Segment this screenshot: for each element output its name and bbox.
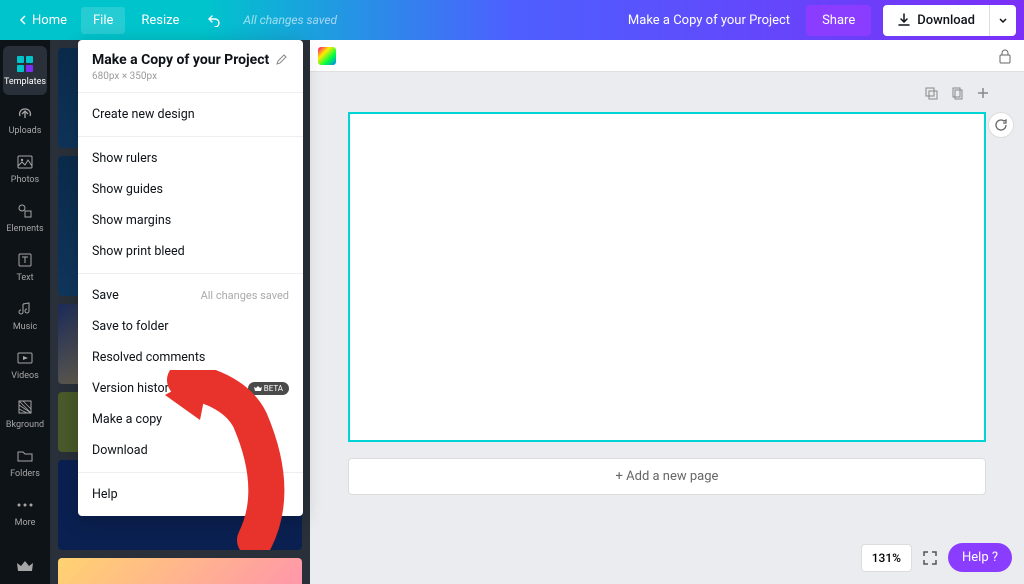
share-button[interactable]: Share — [806, 5, 871, 36]
uploads-icon — [15, 103, 35, 123]
download-icon — [897, 13, 911, 27]
template-card[interactable] — [58, 558, 302, 584]
elements-icon — [15, 201, 35, 221]
music-icon — [15, 299, 35, 319]
text-icon — [15, 250, 35, 270]
home-button[interactable]: Home — [8, 7, 77, 34]
rail-text[interactable]: Text — [3, 242, 47, 291]
rail-more[interactable]: More — [3, 487, 47, 536]
file-menu-title[interactable]: Make a Copy of your Project — [92, 52, 289, 68]
help-button[interactable]: Help ? — [948, 543, 1012, 572]
menu-save-to-folder[interactable]: Save to folder — [78, 311, 303, 342]
file-menu-title-text: Make a Copy of your Project — [92, 52, 269, 68]
menu-version-history[interactable]: Version history BETA — [78, 373, 303, 404]
more-icon — [15, 495, 35, 515]
download-group: Download — [883, 5, 1016, 36]
crown-icon — [15, 556, 35, 576]
menu-show-rulers[interactable]: Show rulers — [78, 143, 303, 174]
rail-label: Videos — [11, 371, 39, 381]
canvas-page[interactable] — [348, 112, 986, 442]
lock-icon — [998, 48, 1012, 64]
rail-label: Text — [16, 273, 33, 283]
resize-button[interactable]: Resize — [129, 7, 191, 34]
fullscreen-icon — [922, 550, 938, 566]
save-status: All changes saved — [243, 13, 337, 27]
fullscreen-button[interactable] — [922, 550, 938, 566]
chevron-left-icon — [18, 15, 28, 25]
chevron-down-icon — [998, 15, 1008, 25]
crown-icon — [254, 385, 262, 393]
download-button[interactable]: Download — [883, 5, 989, 36]
rail-background[interactable]: Bkground — [3, 389, 47, 438]
topbar-left: Home File Resize All changes saved — [8, 7, 337, 34]
templates-icon — [15, 54, 35, 74]
file-menu: Make a Copy of your Project 680px × 350p… — [78, 40, 303, 516]
bottom-controls: 131% Help ? — [861, 543, 1012, 572]
videos-icon — [15, 348, 35, 368]
file-menu-header: Make a Copy of your Project 680px × 350p… — [78, 40, 303, 93]
undo-button[interactable] — [195, 7, 231, 33]
add-page-button[interactable] — [974, 84, 992, 102]
rail-uploads[interactable]: Uploads — [3, 95, 47, 144]
download-label: Download — [917, 13, 975, 28]
refresh-button[interactable] — [988, 112, 1014, 138]
download-more-button[interactable] — [989, 5, 1016, 36]
rail-label: Music — [13, 322, 37, 332]
menu-make-copy[interactable]: Make a copy — [78, 404, 303, 435]
file-button[interactable]: File — [81, 7, 125, 34]
menu-resolved-comments[interactable]: Resolved comments — [78, 342, 303, 373]
menu-version-label: Version history — [92, 381, 175, 396]
folders-icon — [15, 446, 35, 466]
rail-label: Elements — [6, 224, 43, 234]
menu-show-guides[interactable]: Show guides — [78, 174, 303, 205]
zoom-level[interactable]: 131% — [861, 544, 912, 572]
color-picker[interactable] — [318, 47, 336, 65]
rail-label: Bkground — [6, 420, 44, 430]
rail-videos[interactable]: Videos — [3, 340, 47, 389]
rail-label: Photos — [11, 175, 39, 185]
rail-label: Templates — [4, 77, 46, 87]
rail-photos[interactable]: Photos — [3, 144, 47, 193]
menu-show-margins[interactable]: Show margins — [78, 205, 303, 236]
menu-save[interactable]: Save All changes saved — [78, 280, 303, 311]
home-label: Home — [32, 13, 67, 28]
project-name[interactable]: Make a Copy of your Project — [628, 13, 790, 28]
canvas-toolbar — [310, 40, 1024, 72]
lock-button[interactable] — [998, 48, 1012, 64]
rail-crown[interactable] — [3, 548, 47, 584]
duplicate-page-button[interactable] — [922, 84, 940, 102]
left-rail: Templates Uploads Photos Elements Text M… — [0, 40, 50, 584]
rail-elements[interactable]: Elements — [3, 193, 47, 242]
copy-page-button[interactable] — [948, 84, 966, 102]
menu-create-new[interactable]: Create new design — [78, 99, 303, 130]
beta-badge: BETA — [248, 382, 289, 395]
menu-download[interactable]: Download — [78, 435, 303, 466]
file-menu-dimensions: 680px × 350px — [92, 71, 289, 82]
rail-templates[interactable]: Templates — [3, 46, 47, 95]
menu-save-status: All changes saved — [201, 289, 289, 302]
rail-music[interactable]: Music — [3, 291, 47, 340]
refresh-icon — [994, 118, 1008, 132]
rail-folders[interactable]: Folders — [3, 438, 47, 487]
undo-icon — [205, 13, 221, 27]
rail-label: Folders — [10, 469, 40, 479]
rail-label: Uploads — [9, 126, 42, 136]
rail-label: More — [15, 518, 36, 528]
top-bar: Home File Resize All changes saved Make … — [0, 0, 1024, 40]
add-new-page-button[interactable]: + Add a new page — [348, 458, 986, 495]
menu-save-label: Save — [92, 288, 119, 303]
canvas-scroll[interactable]: + Add a new page — [310, 72, 1024, 584]
menu-help[interactable]: Help — [78, 479, 303, 510]
menu-show-print-bleed[interactable]: Show print bleed — [78, 236, 303, 267]
pencil-icon — [275, 54, 287, 66]
beta-label: BETA — [264, 384, 283, 393]
canvas-area: + Add a new page — [310, 40, 1024, 584]
page-controls — [922, 84, 992, 102]
background-icon — [15, 397, 35, 417]
photos-icon — [15, 152, 35, 172]
